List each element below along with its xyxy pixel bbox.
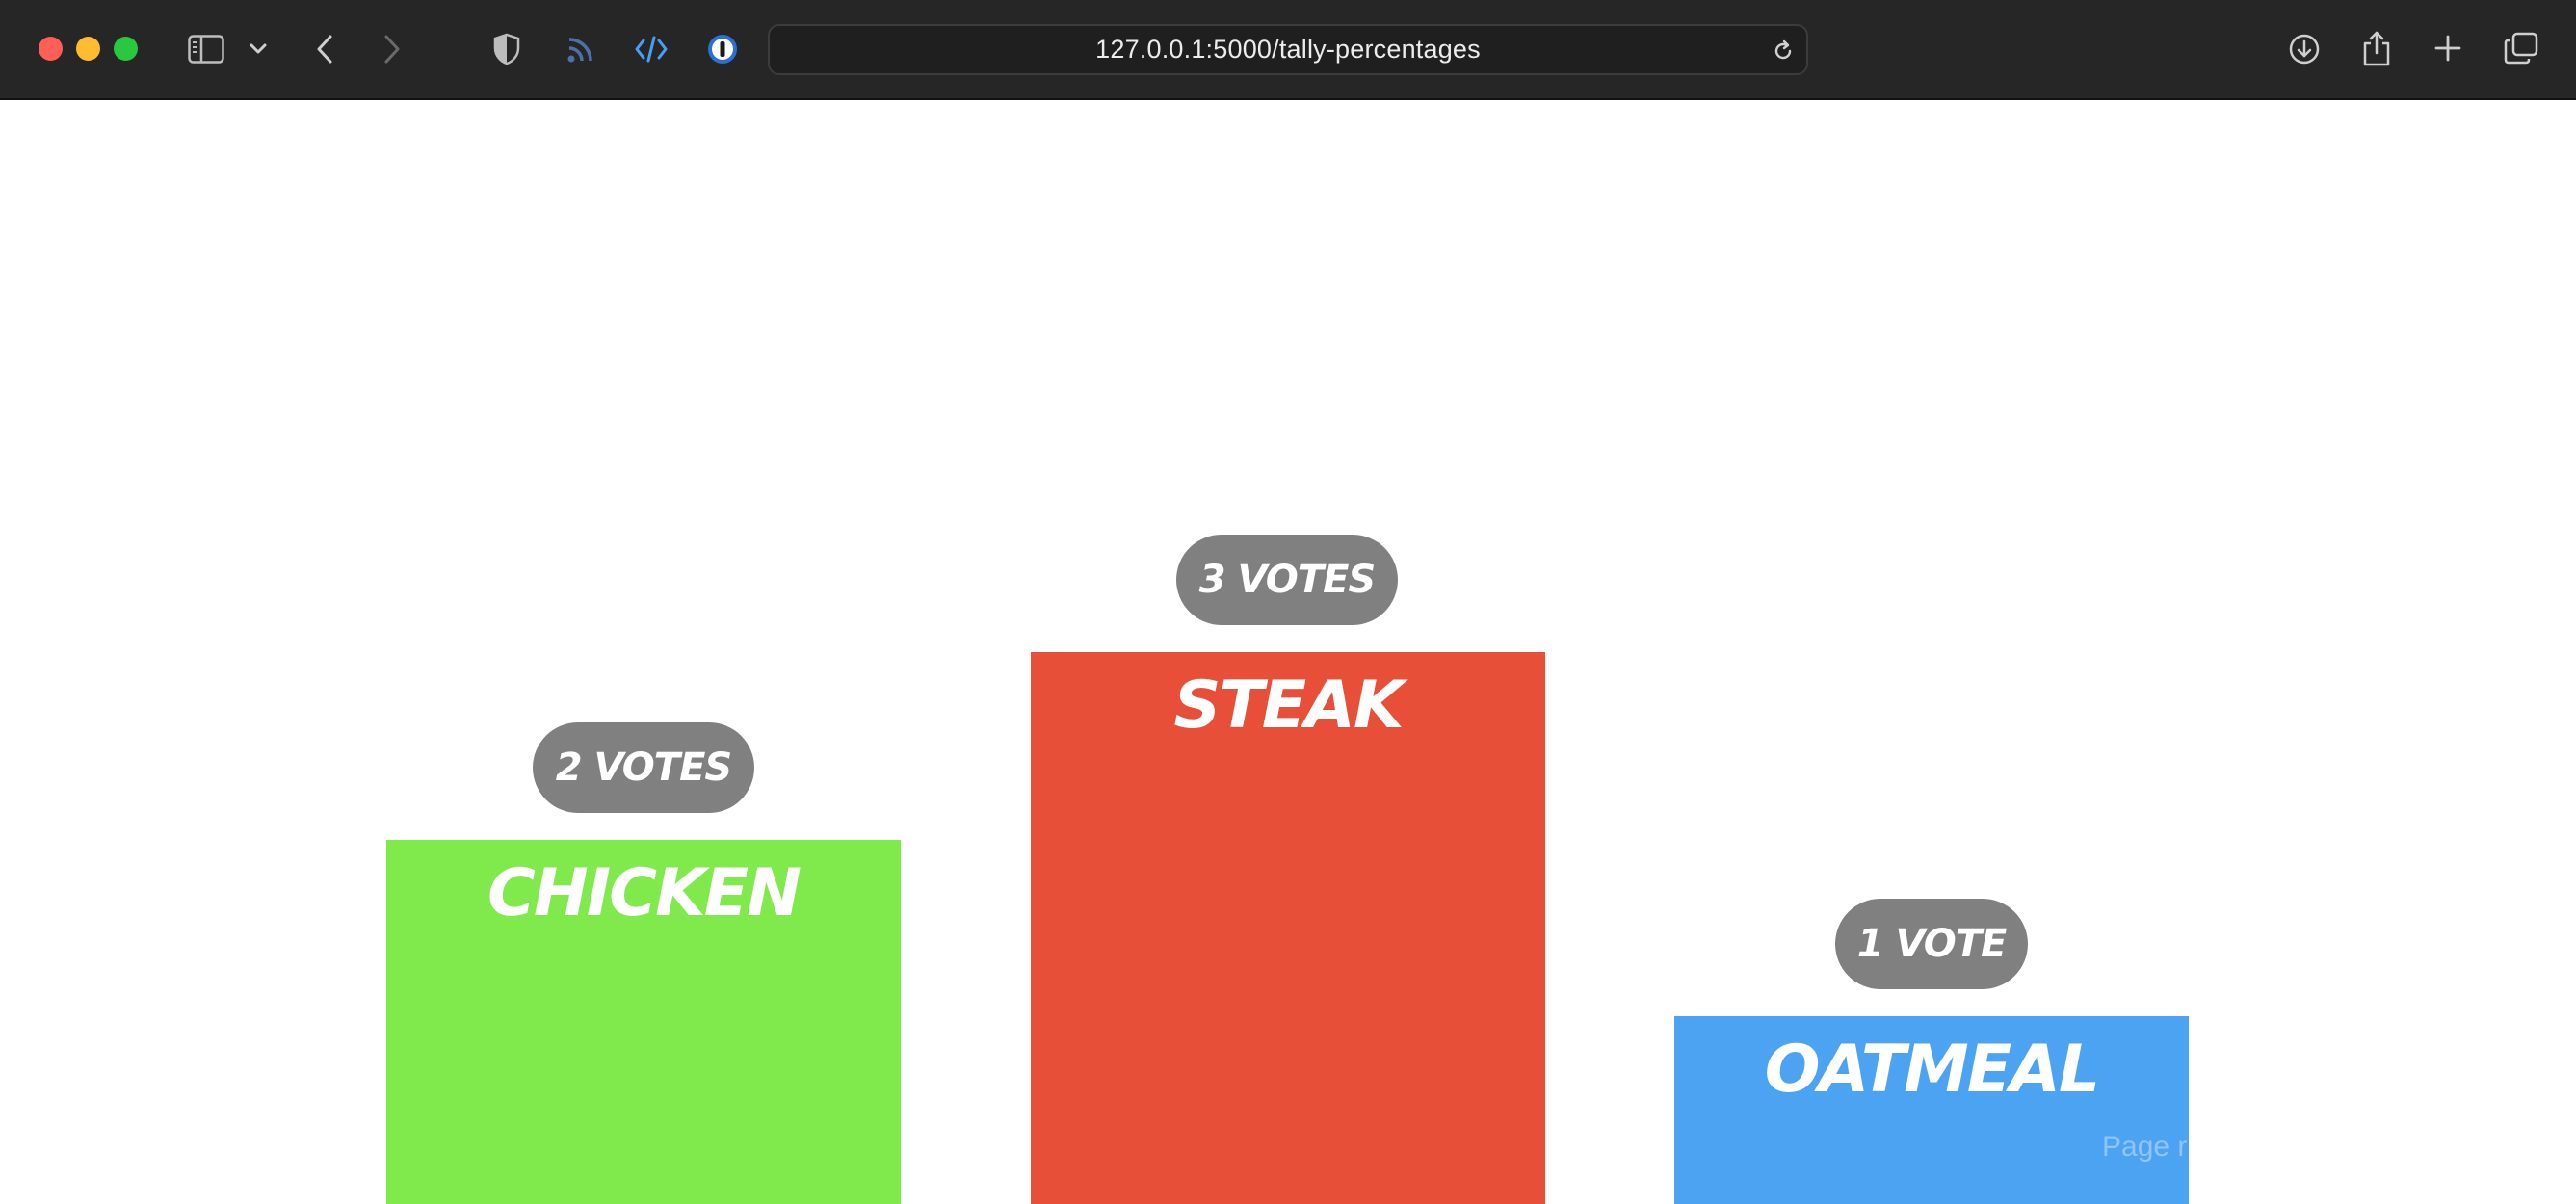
page-footer-text: Page r: [2102, 1131, 2188, 1163]
vote-count-badge: 1 VOTE: [1835, 899, 2028, 989]
vote-count-badge: 2 VOTES: [533, 722, 754, 813]
forward-icon[interactable]: [378, 31, 407, 67]
back-icon[interactable]: [310, 31, 339, 67]
download-icon[interactable]: [2287, 32, 2322, 66]
new-tab-icon[interactable]: [2431, 32, 2464, 65]
browser-toolbar: 127.0.0.1:5000/tally-percentages: [0, 0, 2576, 100]
chevron-down-icon[interactable]: [247, 39, 270, 60]
bar-label: Chicken: [486, 855, 802, 931]
window-zoom-button[interactable]: [114, 37, 138, 61]
tally-page: 2 VOTES Chicken 3 VOTES Steak 1 VOTE Oat…: [0, 100, 2576, 1204]
tab-overview-icon[interactable]: [2503, 31, 2539, 65]
sidebar-icon[interactable]: [187, 32, 225, 66]
shield-icon[interactable]: [491, 31, 522, 67]
window-minimize-button[interactable]: [76, 37, 100, 61]
reload-icon[interactable]: [1770, 38, 1797, 65]
window-close-button[interactable]: [39, 37, 63, 61]
bar-steak: Steak: [1031, 652, 1545, 1204]
password-manager-icon[interactable]: [705, 32, 740, 66]
code-icon[interactable]: [634, 32, 669, 66]
bar-oatmeal: Oatmeal: [1674, 1016, 2189, 1204]
bar-chicken: Chicken: [386, 840, 901, 1204]
share-icon[interactable]: [2360, 29, 2393, 67]
bar-label: Oatmeal: [1764, 1032, 2100, 1108]
url-text[interactable]: 127.0.0.1:5000/tally-percentages: [770, 26, 1806, 73]
bar-label: Steak: [1173, 667, 1404, 744]
rss-icon[interactable]: [565, 33, 597, 65]
vote-count-badge: 3 VOTES: [1176, 535, 1398, 625]
address-bar[interactable]: 127.0.0.1:5000/tally-percentages: [768, 24, 1808, 75]
